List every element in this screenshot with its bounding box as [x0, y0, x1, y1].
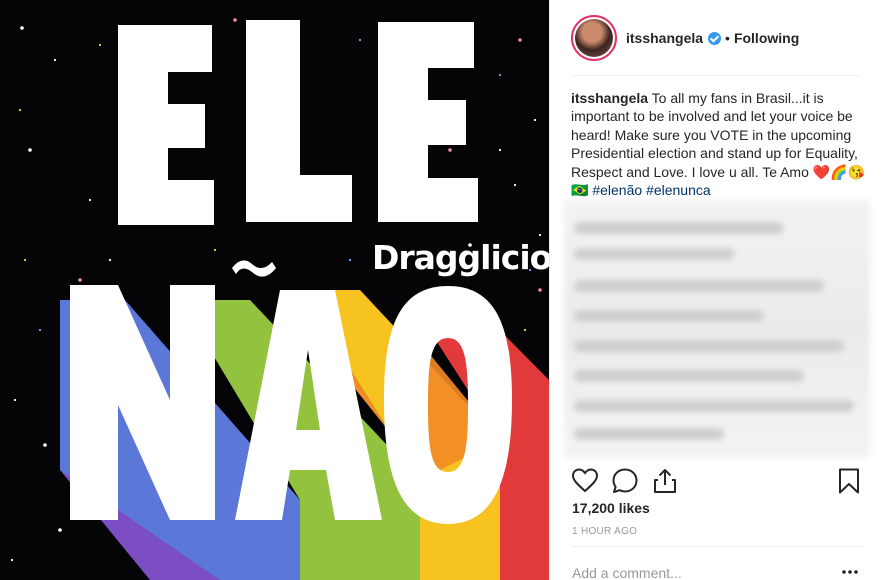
more-options-icon[interactable]	[841, 569, 859, 575]
likes-count[interactable]: 17,200 likes	[572, 500, 650, 516]
share-icon[interactable]	[651, 467, 679, 495]
comment-input[interactable]	[572, 565, 812, 580]
comment-icon[interactable]	[611, 467, 639, 495]
blurred-comments	[564, 200, 870, 458]
user-line: itsshangela • Following	[626, 30, 799, 46]
post-timestamp[interactable]: 1 HOUR AGO	[572, 526, 637, 537]
hashtag-link[interactable]: #elenunca	[646, 182, 711, 198]
caption-username[interactable]: itsshangela	[571, 90, 648, 106]
hashtag-link[interactable]: #elenão	[592, 182, 642, 198]
post-image[interactable]: Dragglicious	[0, 0, 549, 580]
verified-badge-icon	[708, 31, 722, 45]
following-button[interactable]: Following	[734, 30, 799, 46]
comment-bar	[571, 546, 863, 580]
post-side-panel: itsshangela • Following itsshangela To a…	[549, 0, 881, 580]
ele-nao-artwork	[10, 18, 549, 580]
avatar[interactable]	[571, 15, 617, 61]
post-header: itsshangela • Following	[571, 12, 861, 76]
heart-icon[interactable]	[571, 467, 599, 495]
ele-letters	[118, 20, 478, 225]
username-link[interactable]: itsshangela	[626, 30, 703, 46]
post-caption: itsshangela To all my fans in Brasil...i…	[571, 89, 869, 199]
separator-dot: •	[725, 30, 730, 46]
action-bar	[571, 463, 863, 499]
dragglicious-watermark: Dragglicious	[372, 238, 549, 277]
bookmark-icon[interactable]	[835, 467, 863, 495]
